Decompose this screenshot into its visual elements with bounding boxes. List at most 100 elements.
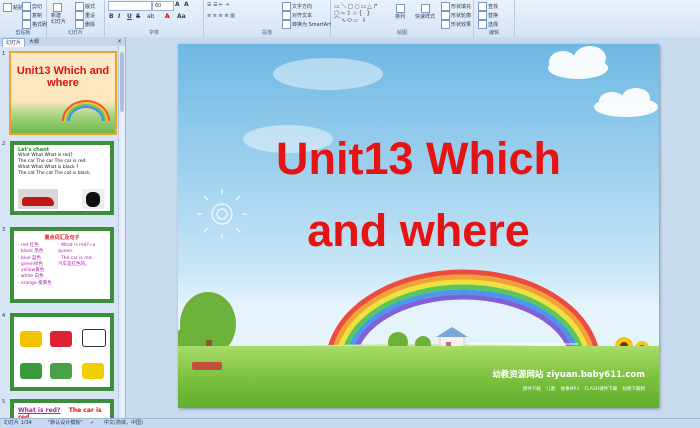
find-button[interactable]: 查找 [478,2,498,11]
bus-image [20,331,42,347]
reset-icon [75,11,84,20]
tab-slides[interactable]: 幻灯片 [2,38,26,47]
new-slide-icon [53,3,62,12]
shape-outline-button[interactable]: 形状轮廓 [441,11,471,20]
quick-styles-button[interactable]: 快速样式 [415,4,435,21]
outline-icon [441,11,450,20]
shadow-button[interactable]: ab [147,13,155,20]
delete-icon [75,20,84,29]
shrink-font-icon[interactable]: A [184,1,189,8]
frog-image [50,363,72,379]
slide-title-line2[interactable]: and where [178,206,659,256]
change-case-button[interactable]: Aa [177,13,186,20]
align-text-icon [282,11,291,20]
slide-thumbnail-2[interactable]: Let's chant What What What is red? The c… [10,141,114,215]
slide-thumbnail-3[interactable]: 重点词汇及句子 · red 红色 · black 黑色 · blue 蓝色 · … [10,227,114,303]
font-group-label: 字体 [148,30,159,36]
toy-image [82,363,104,379]
slide-number: 3 [2,227,6,233]
find-icon [478,2,487,11]
slides-panel: 幻灯片 大纲 × 1 Unit13 Which and where 2 Let'… [0,37,126,418]
thumbnail-text: What What What is red? The car The car T… [18,153,92,176]
tab-outline[interactable]: 大纲 [26,38,42,46]
clipboard-group-label: 剪贴板 [15,30,31,36]
scrollbar-thumb[interactable] [120,52,124,112]
replace-button[interactable]: 替换 [478,11,498,20]
convert-smartart-button[interactable]: 转换为 SmartArt [282,20,331,29]
font-size-select[interactable]: 60 [152,1,174,11]
slides-group-label: 幻灯片 [67,30,83,36]
align-text-button[interactable]: 对齐文本 [282,11,312,20]
shapes-gallery[interactable]: ▭＼▢○▭△↱ ⬡⇨⇧☆{ } ⌒∿⬭▱ ⇩ [334,3,390,24]
brush-icon [22,20,31,29]
paragraph-group-label: 段落 [261,30,272,36]
font-family-select[interactable] [108,1,152,11]
replace-icon [478,11,487,20]
shape-fill-button[interactable]: 形状填充 [441,2,471,11]
select-button[interactable]: 选择 [478,20,498,29]
panel-scrollbar[interactable] [118,46,125,418]
ribbon: 粘贴 剪切 复制 格式刷 剪贴板 新建 幻灯片 版式 重设 删除 幻灯片 60 … [0,0,700,38]
slide-title-line1[interactable]: Unit13 Which [178,134,659,184]
rainbow-icon [62,100,110,121]
grow-font-icon[interactable]: A [175,1,180,8]
new-slide-button[interactable]: 新建 幻灯片 [51,3,66,25]
cap-image [20,363,42,379]
close-icon[interactable]: × [117,38,122,45]
text-direction-icon [282,2,291,11]
copy-icon [22,11,31,20]
smartart-icon [282,20,291,29]
question-text: What is red? [18,407,61,414]
reset-button[interactable]: 重设 [75,11,95,20]
panda-image [82,329,106,347]
arrange-button[interactable]: 排列 [395,4,405,21]
text-direction-button[interactable]: 文字方向 [282,2,312,11]
cat-image [82,189,104,209]
site-links: 课件下载 儿歌 故事MP3 FLASH课件下载 幼教下载网 [522,387,645,392]
effects-icon [441,20,450,29]
shape-effects-button[interactable]: 形状效果 [441,20,471,29]
vocab-list: · red 红色 · black 黑色 · blue 蓝色 · green绿色 … [18,243,52,286]
slides-group: 新建 幻灯片 版式 重设 删除 幻灯片 [47,0,105,37]
slide-thumbnail-4[interactable] [10,313,114,391]
strikethrough-button[interactable]: S [136,13,140,20]
drawing-group-label: 绘图 [396,30,407,36]
current-slide[interactable]: Unit13 Which and where 幼教资源网站 ziyuan.bab… [178,44,659,408]
bench-image [192,362,222,370]
editing-group-label: 编辑 [488,30,499,36]
slide-number: 5 [2,399,6,405]
bullets-button[interactable]: ☰ ☰ ⇤ ⇥ [207,2,229,8]
thumbnail-title: Unit13 Which and where [16,65,110,89]
slide-number: 2 [2,141,6,147]
font-group: 60 A A B I U S ab A Aa 字体 [105,0,204,37]
paste-icon [3,3,12,12]
car-image [18,189,58,209]
editing-group: 查找 替换 选择 编辑 [474,0,515,37]
layout-button[interactable]: 版式 [75,2,95,11]
format-painter-button[interactable]: 格式刷 [22,20,47,29]
thumbnail-title: 重点词汇及句子 [44,235,80,241]
fill-icon [441,2,450,11]
font-color-button[interactable]: A [165,13,170,20]
paste-button[interactable]: 粘贴 [3,3,23,12]
delete-slide-button[interactable]: 删除 [75,20,95,29]
drawing-group: ▭＼▢○▭△↱ ⬡⇨⇧☆{ } ⌒∿⬭▱ ⇩ 排列 快速样式 形状填充 形状轮廓 形… [331,0,474,37]
arrange-icon [395,4,405,13]
italic-button[interactable]: I [118,13,120,20]
copy-button[interactable]: 复制 [22,11,42,20]
panel-tabs: 幻灯片 大纲 × [0,37,125,47]
bold-button[interactable]: B [109,13,114,20]
select-icon [478,20,487,29]
underline-button[interactable]: U [127,13,132,20]
slide-thumbnail-5[interactable]: What is red? The car is red. [10,399,114,418]
sentence-list: · What is red?=a queen · The car is red.… [58,243,96,267]
layout-icon [75,2,84,11]
scissors-icon [22,2,31,11]
cut-button[interactable]: 剪切 [22,2,42,11]
slide-number: 4 [2,313,6,319]
slide-thumbnail-1[interactable]: Unit13 Which and where [9,51,117,135]
align-buttons[interactable]: ≡ ≡ ≡ ≡ ▥ [207,13,235,19]
slide-number: 1 [2,51,6,57]
thumbnail-text: What is red? The car is red. [18,407,110,418]
quick-styles-icon [420,4,430,13]
